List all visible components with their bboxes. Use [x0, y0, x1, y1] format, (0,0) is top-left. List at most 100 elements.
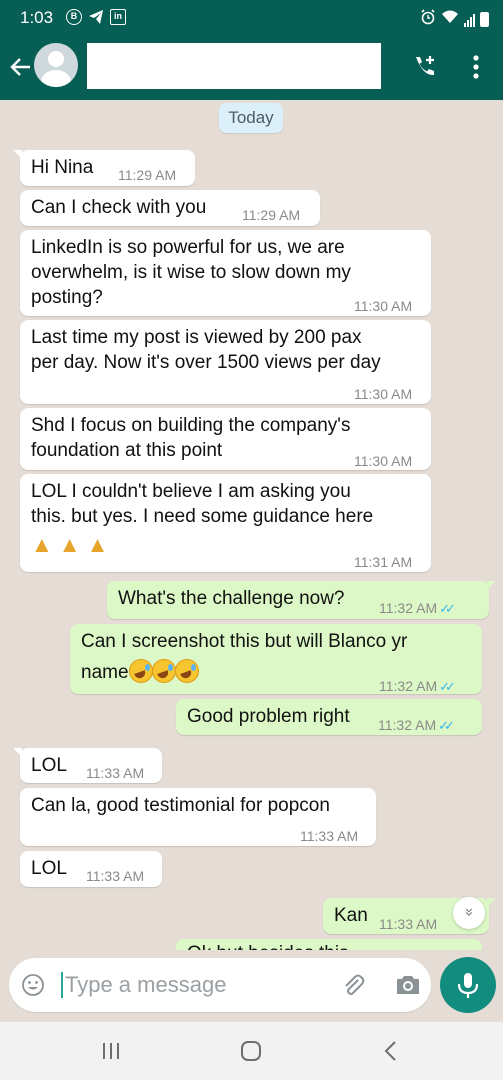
message-text: Can la, good testimonial for popcon — [31, 795, 330, 816]
message-time: 11:29 AM — [118, 167, 177, 183]
bubble-tail — [487, 581, 496, 590]
message-text: Kan — [334, 905, 368, 926]
bubble-tail — [13, 150, 22, 159]
folded-hands-icon: ▲ — [86, 532, 109, 557]
emoji-icon[interactable] — [21, 973, 45, 997]
b-circle-icon: B — [66, 9, 82, 25]
message-time: 11:29 AM — [242, 207, 301, 223]
message-line: Last time my post is viewed by 200 pax — [31, 327, 362, 348]
status-icons-left: B in — [66, 9, 126, 25]
rofl-emoji-icon — [151, 659, 176, 683]
chat-area[interactable]: Today Hi Nina 11:29 AM Can I check with … — [0, 100, 503, 950]
message-text: Hi Nina — [31, 157, 94, 178]
message-line: Can I screenshot this but will Blanco yr — [81, 631, 408, 652]
message-text: Ok but besides this — [187, 941, 349, 950]
mic-icon — [457, 973, 479, 998]
mic-button[interactable] — [440, 957, 496, 1013]
message-time: 11:32 AM ✓✓ — [378, 713, 455, 738]
message-time: 11:31 AM — [354, 554, 413, 570]
signal-icon — [464, 13, 475, 27]
system-nav-bar — [0, 1022, 503, 1080]
chat-header — [0, 36, 503, 100]
status-icons-right — [420, 9, 489, 30]
message-text: LOL — [31, 755, 67, 776]
folded-hands-icon: ▲ — [58, 532, 81, 557]
message-line: overwhelm, is it wise to slow down my — [31, 262, 351, 283]
linkedin-icon: in — [110, 9, 126, 25]
chevron-double-down-icon[interactable]: » — [453, 897, 485, 929]
message-bubble-outgoing[interactable]: What's the challenge now? 11:32 AM ✓✓ — [107, 581, 496, 621]
message-line: name — [81, 662, 129, 683]
message-time: 11:33 AM — [379, 916, 438, 932]
rofl-emoji-icon — [128, 659, 153, 683]
message-bubble-incoming[interactable]: LOL 11:33 AM — [13, 748, 162, 783]
rofl-emoji-icon — [174, 659, 199, 683]
message-bubble-incoming[interactable]: Hi Nina 11:29 AM — [13, 150, 195, 186]
emoji-row: ▲ ▲ ▲ — [31, 532, 114, 559]
message-time: 11:30 AM — [354, 386, 413, 402]
message-line: this. but yes. I need some guidance here — [31, 506, 374, 527]
message-line: per day. Now it's over 1500 views per da… — [31, 352, 381, 373]
message-time: 11:30 AM — [354, 298, 413, 314]
message-bubble-outgoing[interactable]: Can I screenshot this but will Blanco yr… — [70, 624, 482, 694]
message-bubble-outgoing[interactable]: Ok but besides this — [176, 939, 482, 950]
home-icon[interactable] — [236, 1036, 266, 1066]
message-bubble-incoming[interactable]: LOL 11:33 AM — [20, 851, 162, 887]
message-text: LOL — [31, 858, 67, 879]
message-line: posting? — [31, 287, 103, 308]
message-time: 11:33 AM — [86, 868, 145, 884]
message-bubble-incoming[interactable]: Can la, good testimonial for popcon 11:3… — [20, 788, 376, 846]
avatar-body — [41, 70, 71, 87]
message-bubble-incoming[interactable]: Last time my post is viewed by 200 pax p… — [20, 320, 431, 404]
attach-icon[interactable] — [340, 972, 366, 998]
message-input[interactable] — [65, 970, 335, 1000]
back-arrow-icon[interactable] — [8, 54, 34, 80]
message-time: 11:32 AM ✓✓ — [379, 596, 456, 621]
message-line: LOL I couldn't believe I am asking you — [31, 481, 351, 502]
read-ticks-icon: ✓✓ — [439, 601, 456, 616]
contact-name[interactable] — [87, 43, 381, 89]
message-time: 11:30 AM — [354, 453, 413, 469]
message-time-text: 11:32 AM — [378, 717, 437, 733]
message-bubble-outgoing[interactable]: Good problem right 11:32 AM ✓✓ — [176, 699, 482, 735]
battery-icon — [480, 12, 489, 27]
status-time: 1:03 — [20, 8, 54, 27]
text-cursor — [61, 972, 63, 998]
message-line: foundation at this point — [31, 440, 223, 461]
input-bar — [0, 950, 503, 1022]
status-bar: 1:03 B in — [0, 0, 503, 36]
more-vert-icon[interactable] — [466, 52, 486, 82]
message-composer[interactable] — [9, 958, 431, 1012]
read-ticks-icon: ✓✓ — [439, 679, 456, 694]
message-time-text: 11:32 AM — [379, 600, 438, 616]
bubble-tail — [13, 748, 22, 757]
camera-icon[interactable] — [394, 972, 422, 998]
telegram-icon — [88, 9, 104, 25]
wifi-icon — [441, 9, 459, 30]
message-text: Can I check with you — [31, 197, 207, 218]
recent-apps-icon[interactable] — [96, 1036, 126, 1066]
message-line: Shd I focus on building the company's — [31, 415, 351, 436]
message-text: Good problem right — [187, 706, 350, 727]
avatar[interactable] — [34, 43, 78, 87]
folded-hands-icon: ▲ — [31, 532, 53, 557]
message-time-text: 11:32 AM — [379, 678, 438, 694]
message-bubble-incoming[interactable]: Can I check with you 11:29 AM — [20, 190, 320, 226]
message-line: LinkedIn is so powerful for us, we are — [31, 237, 345, 258]
message-bubble-incoming[interactable]: LOL I couldn't believe I am asking you t… — [20, 474, 431, 572]
message-line-with-emoji: name — [81, 659, 199, 685]
avatar-icon — [48, 51, 64, 67]
bubble-tail — [487, 898, 496, 907]
date-chip: Today — [219, 103, 283, 133]
scroll-down-glyph: » — [461, 907, 478, 917]
message-time: 11:33 AM — [86, 765, 145, 781]
message-time: 11:33 AM — [300, 828, 359, 844]
alarm-icon — [420, 9, 436, 30]
back-icon[interactable] — [376, 1036, 406, 1066]
message-time: 11:32 AM ✓✓ — [379, 674, 456, 699]
message-bubble-incoming[interactable]: LinkedIn is so powerful for us, we are o… — [20, 230, 431, 316]
read-ticks-icon: ✓✓ — [438, 718, 455, 733]
message-bubble-incoming[interactable]: Shd I focus on building the company's fo… — [20, 408, 431, 470]
add-call-icon[interactable] — [410, 52, 440, 82]
message-text: What's the challenge now? — [118, 588, 345, 609]
